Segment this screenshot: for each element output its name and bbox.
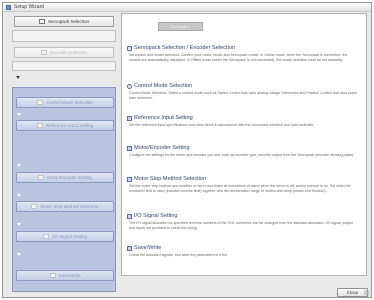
section-description: Configure the settings for the motor and… <box>129 153 355 157</box>
wizard-sidebar: Servopack Selection Encoder Selection Co… <box>12 14 116 292</box>
arrow-down-icon <box>17 164 21 167</box>
setup-wizard-window: Setup Wizard Servopack Selection Encoder… <box>2 2 372 298</box>
section-description: Set the reference input specifications a… <box>129 123 315 127</box>
section-description: The I/O signal allocation for specified … <box>129 221 353 230</box>
step-label: Save/Write <box>58 273 81 278</box>
section-reference-input: Reference Input Setting Set the referenc… <box>127 115 359 128</box>
arrow-down-icon <box>17 253 21 256</box>
step-label: Motor/Encoder Setting <box>47 175 92 180</box>
io-signal-icon <box>42 234 49 239</box>
description-tab[interactable]: Description <box>158 22 203 31</box>
section-title: I/O Signal Setting <box>134 213 178 219</box>
save-write-icon <box>49 273 56 278</box>
arrow-down-icon <box>16 76 20 79</box>
stop-method-icon <box>127 177 132 182</box>
step-save-write-button[interactable]: Save/Write <box>16 270 114 281</box>
servopack-selection-button[interactable]: Servopack Selection <box>14 16 114 27</box>
resize-grip-icon[interactable] <box>364 290 369 295</box>
arrow-down-icon <box>17 194 21 197</box>
control-mode-icon <box>127 84 132 89</box>
section-title: Reference Input Setting <box>134 115 193 121</box>
step-label: Motor Stop Method Selection <box>40 204 99 209</box>
reference-input-icon <box>127 116 132 121</box>
step-label: I/O Signal Setting <box>51 234 88 239</box>
section-io-signal: I/O Signal Setting The I/O signal alloca… <box>127 213 359 230</box>
step-io-signal-button[interactable]: I/O Signal Setting <box>16 231 114 242</box>
section-stop-method: Motor Stop Method Selection Set the moto… <box>127 176 359 193</box>
section-control-mode: Control Mode Selection Control Mode Sele… <box>127 83 359 100</box>
save-write-icon <box>127 246 132 251</box>
stop-method-icon <box>31 204 38 209</box>
selection-icon <box>38 19 45 24</box>
step-motor-encoder-button[interactable]: Motor/Encoder Setting <box>16 172 114 183</box>
encoder-info-box <box>12 61 116 71</box>
servopack-selection-label: Servopack Selection <box>47 19 90 24</box>
step-control-mode-button[interactable]: Control Mode Selection <box>16 97 114 108</box>
motor-encoder-icon <box>38 175 45 180</box>
encoder-selection-label: Encoder Selection <box>50 50 87 55</box>
section-description: Control Mode Selection. Select a control… <box>129 91 357 100</box>
section-title: Motor/Encoder Setting <box>134 145 190 151</box>
servopack-info-box <box>12 30 116 42</box>
section-save-write: Save/Write Check the allocated signals, … <box>127 245 359 258</box>
control-mode-icon <box>37 100 44 105</box>
step-stop-method-button[interactable]: Motor Stop Method Selection <box>16 201 114 212</box>
section-motor-encoder: Motor/Encoder Setting Configure the sett… <box>127 145 359 158</box>
arrow-down-icon <box>17 223 21 226</box>
io-signal-icon <box>127 214 132 219</box>
app-icon <box>6 5 11 10</box>
reference-input-icon <box>36 123 43 128</box>
step-reference-input-button[interactable]: Reference Input Setting <box>16 120 114 131</box>
arrow-down-icon <box>17 113 21 116</box>
description-panel: Description Servopack Selection / Encode… <box>121 13 367 276</box>
step-label: Control Mode Selection <box>46 100 93 105</box>
section-title: Save/Write <box>134 245 162 251</box>
setup-steps-panel: Control Mode Selection Reference Input S… <box>12 87 116 292</box>
section-description: Check the allocated signals, and save th… <box>129 253 228 257</box>
encoder-icon <box>41 50 48 55</box>
section-description: Servopack and model selection. Confirm y… <box>129 53 348 62</box>
section-title: Servopack Selection / Encoder Selection <box>134 45 236 51</box>
section-title: Motor Stop Method Selection <box>134 176 207 182</box>
section-servopack-encoder: Servopack Selection / Encoder Selection … <box>127 45 359 62</box>
encoder-selection-button[interactable]: Encoder Selection <box>14 47 114 58</box>
servopack-icon <box>127 46 132 51</box>
motor-encoder-icon <box>127 146 132 151</box>
section-description: Set the motor stop method and whether or… <box>129 184 351 193</box>
window-title: Setup Wizard <box>14 4 45 10</box>
title-bar: Setup Wizard <box>3 3 371 12</box>
step-label: Reference Input Setting <box>45 123 94 128</box>
section-title: Control Mode Selection <box>134 83 193 89</box>
